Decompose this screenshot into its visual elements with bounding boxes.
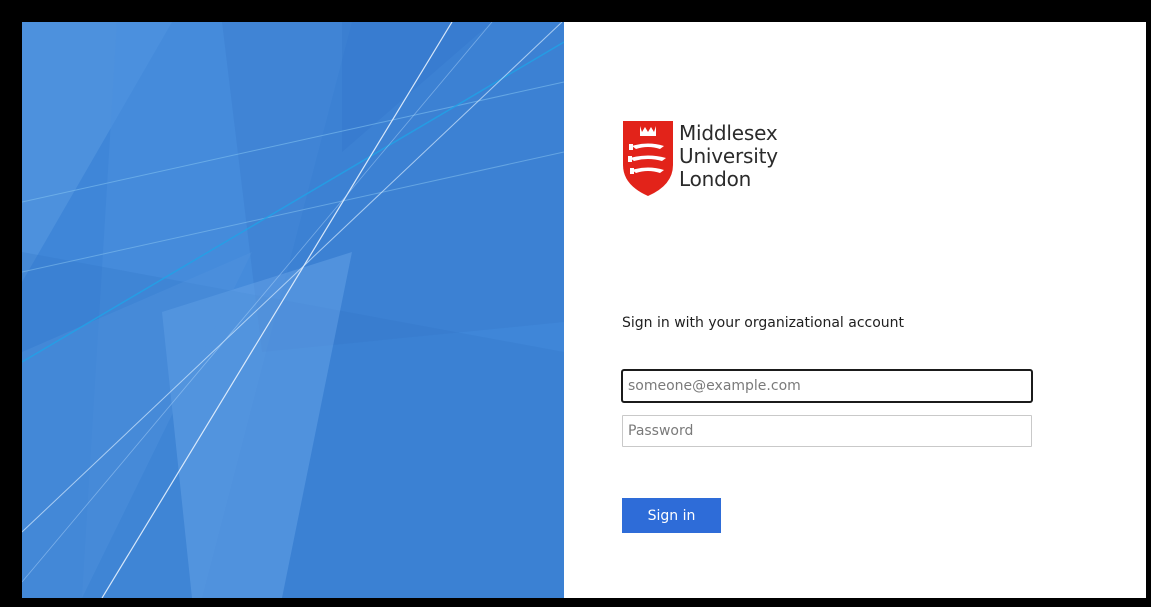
signin-prompt: Sign in with your organizational account [622,315,905,331]
sign-in-button[interactable]: Sign in [622,498,721,533]
university-name-line-1: Middlesex [679,121,778,145]
background-illustration [22,22,564,598]
window-frame: Middlesex University London Sign in with… [0,0,1151,607]
email-field[interactable] [621,369,1033,403]
middlesex-shield-icon [623,121,673,196]
university-logo: Middlesex University London [622,119,822,201]
password-field[interactable] [622,415,1032,447]
university-name: Middlesex University London [679,122,778,191]
signin-panel: Middlesex University London Sign in with… [564,22,1146,598]
university-name-line-2: University [679,144,778,168]
university-name-line-3: London [679,167,752,191]
